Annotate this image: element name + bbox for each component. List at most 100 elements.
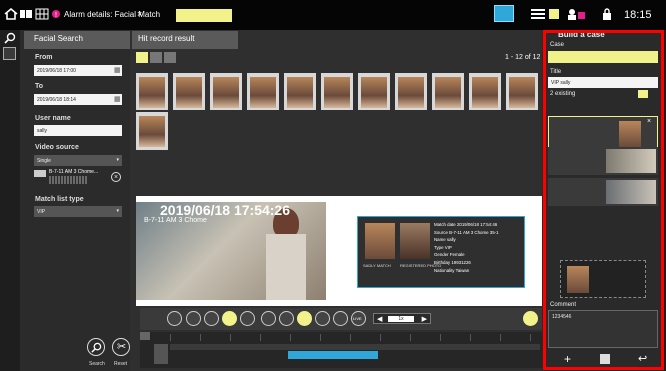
camera-address [49,176,87,184]
user-name-field[interactable]: sally [34,125,122,136]
camera-name: B-7-11 AM 3 Chome... [49,169,99,175]
face-image [287,77,313,108]
thumbnail[interactable] [395,73,427,110]
speed-control[interactable]: ◀ 1x ▶ [373,313,431,324]
zoom-levels[interactable] [154,344,168,364]
match-nationality: Nationality Taiwan [434,267,470,273]
play-mode-button[interactable] [222,311,237,326]
menu-icon[interactable] [140,332,150,340]
captured-face [365,223,395,259]
timeline-ruler [170,334,540,341]
grid-icon[interactable] [35,8,49,20]
overlay-camera: B-7-11 AM 3 Chome [144,217,207,224]
live-button[interactable]: LIVE [351,311,366,326]
volume-button[interactable] [240,311,255,326]
face-image [509,77,535,108]
play-button[interactable] [315,311,330,326]
match-date: Match date 2019/06/18 17:54:46 [434,222,498,227]
tab-close-icon[interactable]: × [137,9,142,19]
face-image [398,77,424,108]
layout-icon[interactable] [19,8,33,20]
skip-back-button[interactable] [261,311,276,326]
match-detail-card: SADLY MATCH REGISTERED PHOTO Match date … [357,216,525,288]
video-source-label: Video source [35,144,79,151]
reset-icon: ✂ [117,341,127,353]
thumbnail[interactable] [173,73,205,110]
search-label: Search [89,361,105,367]
folder-icon[interactable] [549,9,559,19]
face-image [324,77,350,108]
export-button[interactable] [204,311,219,326]
match-name: Name sally [434,237,456,243]
thumbnail[interactable] [506,73,538,110]
people-icon[interactable] [566,8,586,20]
left-toolbar [0,30,20,371]
video-source-select[interactable]: Single ▾ [34,155,122,166]
to-label: To [35,83,44,90]
match-gender: Gender Female [434,252,465,258]
face-image [213,77,239,108]
thumbnail[interactable] [136,73,168,110]
home-icon[interactable] [4,8,18,20]
skip-forward-button[interactable] [333,311,348,326]
video-source-value: Single [37,158,51,164]
result-count: 1 - 12 of 12 [505,54,541,61]
thumbnail[interactable] [136,112,168,150]
faster-icon[interactable]: ▶ [422,315,427,323]
playback-bar: LIVE ◀ 1x ▶ [140,308,544,330]
match-source: Source B-7-11 AM 3 Chome 35-1 [434,229,499,235]
search-icon[interactable] [4,32,16,44]
from-field[interactable]: 2019/06/18 17:00 [34,65,122,76]
tab-second[interactable] [176,9,232,22]
timeline-selection [288,351,378,359]
list-icon[interactable] [530,8,546,20]
tab-alarm-details[interactable]: Alarm details: Facial Match [64,10,160,19]
face-image [139,116,165,147]
calendar-icon[interactable]: ▦ [114,66,121,74]
to-value: 2019/06/18 18:14 [37,97,76,103]
view-list-button[interactable] [150,52,162,63]
chevron-down-icon: ▾ [116,208,119,214]
record-button[interactable] [523,311,538,326]
slower-icon[interactable]: ◀ [377,315,382,323]
match-info: Match date 2019/06/18 17:54:46 Source B-… [434,221,524,274]
search-button[interactable] [87,338,105,356]
person-body [266,234,306,300]
remove-camera-icon[interactable]: × [111,172,121,182]
reset-label: Reset [114,361,128,367]
monitor-icon[interactable] [494,5,514,22]
thumbnail[interactable] [247,73,279,110]
captured-caption: SADLY MATCH [363,263,391,268]
lock-icon[interactable] [602,8,612,20]
timeline[interactable] [140,332,542,368]
database-icon[interactable] [3,47,16,60]
match-list-type-select[interactable]: VIP ▾ [34,206,122,217]
registered-face [400,223,430,259]
thumbnail[interactable] [284,73,316,110]
snapshot-button[interactable] [186,311,201,326]
match-list-type-value: VIP [37,209,46,215]
facial-search-header: Facial Search [24,31,138,49]
chevron-down-icon: ▾ [116,157,119,163]
to-field[interactable]: 2019/06/18 18:14 [34,94,122,105]
calendar-icon[interactable]: ▦ [114,95,121,103]
svg-text:!: ! [55,12,57,19]
face-image [176,77,202,108]
sync-button[interactable] [167,311,182,326]
from-value: 2019/06/18 17:00 [37,68,76,74]
highlight-frame [543,30,664,370]
reset-button[interactable]: ✂ [112,338,130,356]
view-thumbnail-button[interactable] [136,52,148,63]
alarm-icon: ! [52,10,60,19]
thumbnail[interactable] [432,73,464,110]
thumbnail[interactable] [358,73,390,110]
rewind-button[interactable] [279,311,294,326]
pause-button[interactable] [297,311,312,326]
overlay-timestamp: 2019/06/18 17:54:26 [160,202,290,218]
speed-value: 1x [388,316,414,322]
thumbnail[interactable] [210,73,242,110]
from-label: From [35,54,53,61]
thumbnail[interactable] [469,73,501,110]
view-detail-button[interactable] [164,52,176,63]
thumbnail[interactable] [321,73,353,110]
